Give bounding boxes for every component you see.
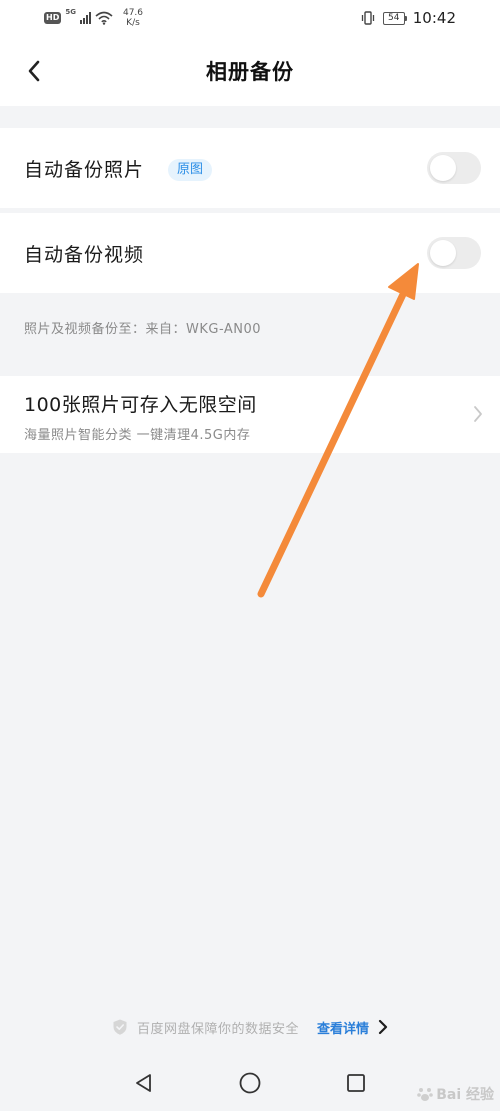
shield-icon bbox=[113, 1019, 127, 1035]
paw-icon bbox=[417, 1088, 434, 1101]
nav-home-button[interactable] bbox=[236, 1069, 264, 1097]
square-recent-icon bbox=[347, 1074, 365, 1092]
status-right: 54 10:42 bbox=[361, 9, 456, 27]
signal-icon bbox=[79, 12, 91, 24]
auto-backup-photos-row: 自动备份照片 原图 bbox=[0, 128, 500, 208]
battery-icon: 54 bbox=[382, 11, 407, 25]
view-details-link[interactable]: 查看详情 bbox=[317, 1018, 369, 1037]
vibrate-icon bbox=[361, 11, 374, 25]
network-type: 5G bbox=[65, 8, 76, 16]
auto-backup-photos-label: 自动备份照片 bbox=[24, 159, 145, 181]
hd-badge: HD bbox=[44, 12, 62, 24]
status-time: 10:42 bbox=[412, 9, 456, 27]
toggle-knob bbox=[430, 240, 456, 266]
speed-value: 47.6 bbox=[122, 8, 144, 18]
promo-title: 100张照片可存入无限空间 bbox=[24, 394, 257, 416]
auto-backup-videos-row: 自动备份视频 bbox=[0, 213, 500, 293]
auto-backup-videos-label: 自动备份视频 bbox=[24, 244, 145, 266]
chevron-right-icon[interactable] bbox=[377, 1019, 389, 1035]
toggle-knob bbox=[430, 155, 456, 181]
network-speed: 47.6 K/s bbox=[123, 8, 143, 28]
security-note-text: 百度网盘保障你的数据安全 bbox=[136, 1021, 299, 1037]
promo-subtitle: 海量照片智能分类 一键清理4.5G内存 bbox=[24, 428, 251, 443]
security-note: 百度网盘保障你的数据安全 查看详情 bbox=[0, 1013, 500, 1041]
chevron-right-icon bbox=[474, 406, 482, 422]
backup-destination-text: 照片及视频备份至：来自：WKG-AN00 bbox=[24, 322, 262, 337]
wifi-icon bbox=[95, 11, 113, 25]
auto-backup-videos-toggle[interactable] bbox=[427, 237, 481, 269]
nav-recent-button[interactable] bbox=[342, 1069, 370, 1097]
original-quality-tag[interactable]: 原图 bbox=[168, 159, 213, 181]
unlimited-space-promo[interactable]: 100张照片可存入无限空间 海量照片智能分类 一键清理4.5G内存 bbox=[0, 376, 500, 453]
auto-backup-photos-toggle[interactable] bbox=[427, 152, 481, 184]
nav-back-button[interactable] bbox=[130, 1069, 158, 1097]
triangle-back-icon bbox=[136, 1074, 151, 1092]
page-header: 相册备份 bbox=[0, 36, 500, 106]
watermark-text: Bai 经验 bbox=[436, 1087, 494, 1103]
status-left: HD 5G 47.6 K/s bbox=[44, 8, 143, 28]
speed-unit: K/s bbox=[126, 18, 140, 28]
page-title: 相册备份 bbox=[206, 60, 294, 84]
baidu-jingyan-watermark: Bai 经验 bbox=[416, 1081, 494, 1107]
circle-home-icon bbox=[239, 1072, 261, 1094]
status-bar: HD 5G 47.6 K/s 54 10:42 bbox=[0, 0, 500, 36]
